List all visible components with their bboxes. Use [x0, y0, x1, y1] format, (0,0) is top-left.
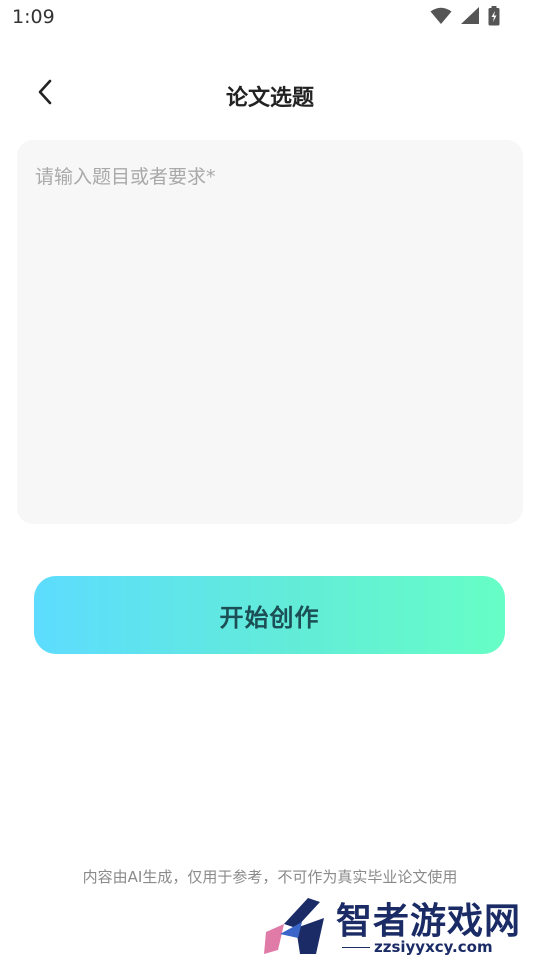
start-creation-label: 开始创作: [219, 603, 320, 632]
watermark-logo-icon: [262, 894, 332, 960]
status-icons: [430, 6, 500, 26]
top-app-bar: 论文选题: [0, 66, 540, 122]
status-time: 1:09: [12, 6, 55, 28]
topic-input[interactable]: [17, 140, 523, 524]
battery-charging-icon: [488, 6, 500, 26]
watermark-url: zzsiyyxcy.com: [374, 938, 493, 956]
wifi-icon: [430, 7, 452, 25]
watermark-brand: 智者游戏网: [336, 901, 522, 942]
cell-signal-icon: [460, 7, 480, 25]
page-title: 论文选题: [225, 86, 314, 111]
topic-input-container: [17, 140, 523, 524]
app-screen: 1:09 论文选题 请输入题目或者要求* 开始创作 内容由AI生成，仅用于参考，…: [0, 0, 540, 960]
watermark: 智者游戏网 zzsiyyxcy.com: [262, 892, 540, 960]
start-creation-button[interactable]: 开始创作: [34, 576, 505, 654]
watermark-divider: [342, 947, 370, 948]
ai-disclaimer: 内容由AI生成，仅用于参考，不可作为真实毕业论文使用: [82, 868, 458, 886]
status-bar: 1:09: [0, 0, 540, 36]
